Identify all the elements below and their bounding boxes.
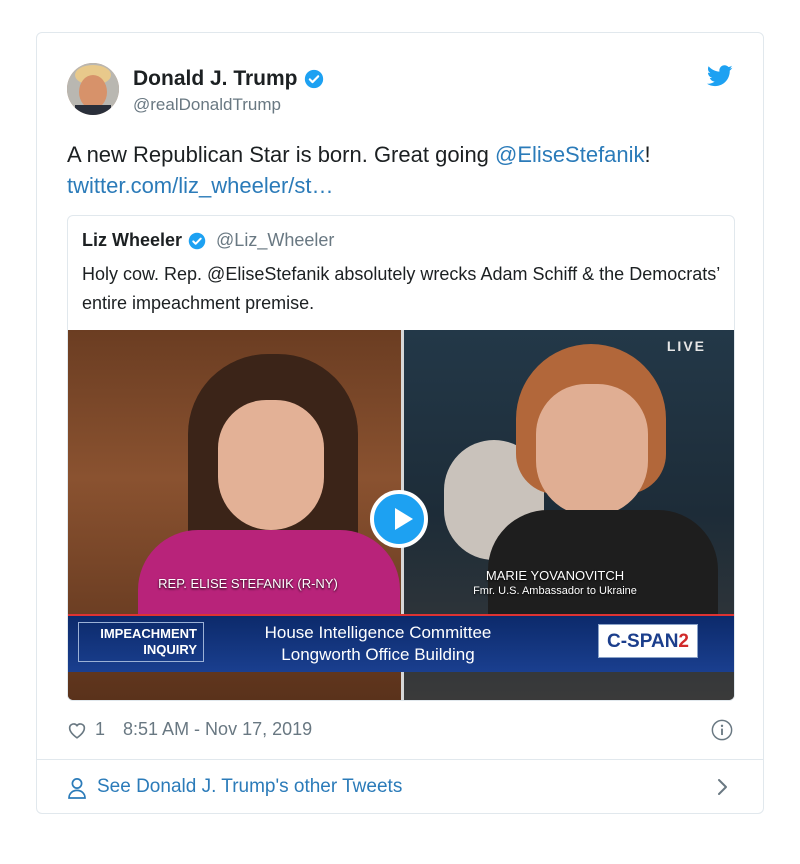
broadcast-location-text: House Intelligence Committee Longworth Of… <box>264 623 492 664</box>
video-player[interactable]: LIVE REP. ELISE STEFANIK (R-NY) MARIE YO… <box>68 330 734 700</box>
quoted-tweet-text: Holy cow. Rep. @EliseStefanik absolutely… <box>82 264 720 313</box>
embedded-tweet-card[interactable]: Donald J. Trump @realDonaldTrump A new R… <box>36 32 764 814</box>
heart-icon[interactable] <box>67 721 87 739</box>
info-icon[interactable] <box>711 719 733 741</box>
author-handle[interactable]: @realDonaldTrump <box>133 95 281 115</box>
chevron-right-icon <box>718 779 727 795</box>
play-button[interactable] <box>370 490 428 548</box>
mention-link[interactable]: @EliseStefanik <box>495 142 645 167</box>
cspan-logo: C-SPAN2 <box>598 624 698 658</box>
quoted-tweet[interactable]: Liz Wheeler @Liz_Wheeler Holy cow. Rep. … <box>67 215 735 701</box>
footer-link-row[interactable]: See Donald J. Trump's other Tweets <box>37 759 763 814</box>
tweet-text-end: ! <box>644 142 651 167</box>
like-count[interactable]: 1 <box>95 719 105 740</box>
impeachment-box: IMPEACHMENT INQUIRY <box>78 622 204 662</box>
verified-badge-icon <box>304 69 323 89</box>
quoted-author-handle: @Liz_Wheeler <box>216 230 335 250</box>
right-caption-name: MARIE YOVANOVITCH <box>485 568 625 583</box>
verified-badge-icon <box>188 232 206 249</box>
tweet-url-link[interactable]: twitter.com/liz_wheeler/st… <box>67 173 334 198</box>
author-name[interactable]: Donald J. Trump <box>133 67 298 91</box>
live-indicator: LIVE <box>666 338 706 354</box>
left-caption: REP. ELISE STEFANIK (R-NY) <box>158 576 338 591</box>
right-caption-title: Fmr. U.S. Ambassador to Ukraine <box>473 585 637 597</box>
broadcast-lower-bar: IMPEACHMENT INQUIRY House Intelligence Co… <box>68 614 734 672</box>
avatar[interactable] <box>67 63 119 115</box>
tweet-text: A new Republican Star is born. Great goi… <box>67 139 727 201</box>
quoted-author-name: Liz Wheeler <box>82 230 183 250</box>
tweet-text-body: A new Republican Star is born. Great goi… <box>67 142 496 167</box>
timestamp-link[interactable]: 8:51 AM - Nov 17, 2019 <box>123 719 312 740</box>
twitter-bird-icon[interactable] <box>707 65 733 87</box>
tweet-meta: 1 8:51 AM - Nov 17, 2019 <box>67 719 312 740</box>
see-other-tweets-link[interactable]: See Donald J. Trump's other Tweets <box>97 776 402 798</box>
person-icon <box>68 778 86 799</box>
